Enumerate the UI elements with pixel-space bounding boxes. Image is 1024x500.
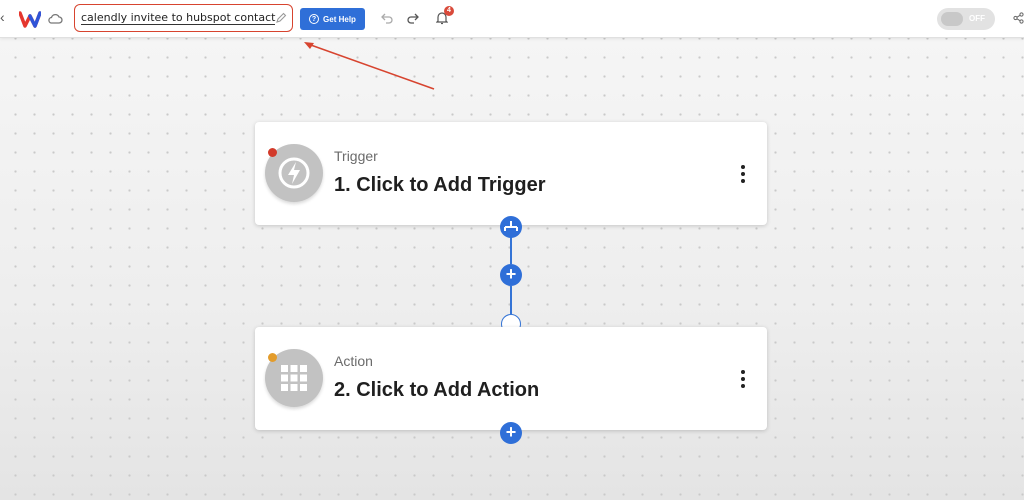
toggle-knob: [941, 12, 963, 26]
logo-icon[interactable]: [19, 10, 41, 28]
action-step-card[interactable]: Action 2. Click to Add Action: [255, 327, 767, 430]
cloud-icon: [48, 13, 63, 24]
toggle-label: OFF: [969, 14, 985, 23]
top-bar: ‹ calendly invitee to hubspot contact ? …: [0, 0, 1024, 38]
lightning-icon: [278, 157, 310, 189]
get-help-button[interactable]: ? Get Help: [300, 8, 365, 30]
back-icon[interactable]: ‹: [0, 9, 5, 25]
connector-line: [510, 286, 512, 314]
branch-icon[interactable]: [500, 216, 522, 238]
workflow-toggle[interactable]: OFF: [937, 8, 995, 30]
action-title[interactable]: 2. Click to Add Action: [334, 379, 539, 402]
action-kicker: Action: [334, 353, 373, 369]
share-icon[interactable]: [1013, 12, 1024, 24]
trigger-step-card[interactable]: Trigger 1. Click to Add Trigger: [255, 122, 767, 225]
apps-grid-icon: [281, 365, 307, 391]
action-more-icon[interactable]: [740, 369, 746, 389]
redo-icon[interactable]: [407, 12, 420, 24]
help-icon: ?: [309, 14, 320, 24]
action-status-dot: [268, 353, 277, 362]
pencil-icon[interactable]: [275, 12, 287, 24]
trigger-more-icon[interactable]: [740, 164, 746, 184]
trigger-status-dot: [268, 148, 277, 157]
notification-badge: 4: [444, 6, 454, 16]
connector-line: [510, 236, 512, 264]
trigger-title[interactable]: 1. Click to Add Trigger: [334, 174, 546, 197]
add-step-button-bottom[interactable]: +: [500, 422, 522, 444]
workflow-name-input[interactable]: calendly invitee to hubspot contact: [81, 11, 276, 25]
get-help-label: Get Help: [323, 14, 356, 24]
workflow-name-field[interactable]: calendly invitee to hubspot contact: [74, 4, 293, 32]
undo-icon[interactable]: [380, 12, 393, 24]
add-step-button[interactable]: +: [500, 264, 522, 286]
trigger-kicker: Trigger: [334, 148, 378, 164]
